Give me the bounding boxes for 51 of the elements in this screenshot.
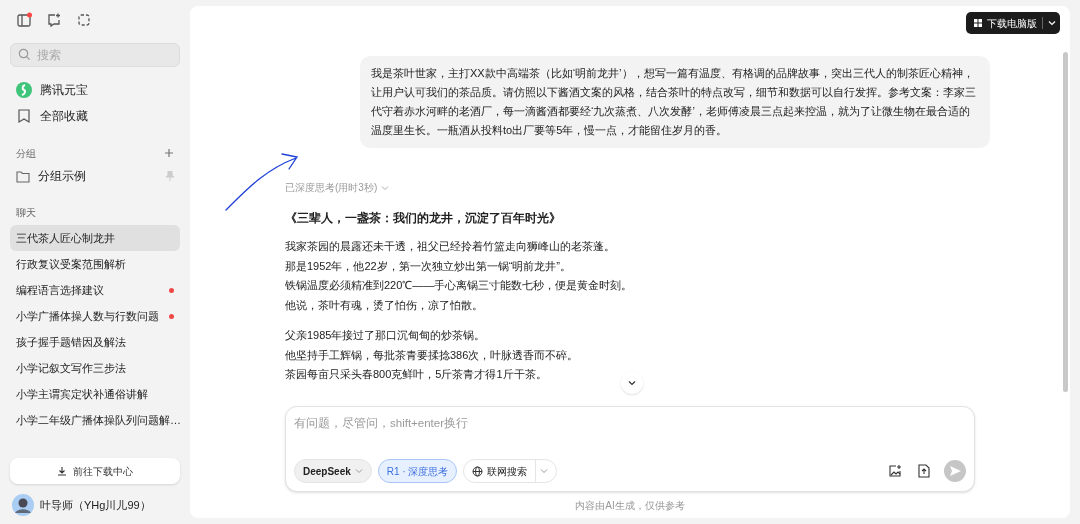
sidebar-toggle-icon[interactable] — [16, 12, 32, 28]
response-line: 茶园每亩只采头春800克鲜叶，5斤茶青才得1斤干茶。 — [285, 367, 547, 382]
folder-icon — [16, 169, 30, 183]
scroll-down-button[interactable] — [621, 372, 643, 394]
response-line: 那是1952年，他22岁，第一次独立炒出第一锅“明前龙井”。 — [285, 258, 572, 274]
chat-item[interactable]: 编程语言选择建议 — [10, 277, 180, 303]
disclaimer-text: 内容由AI生成，仅供参考 — [575, 498, 685, 513]
option-chip[interactable]: 联网搜索 — [463, 459, 558, 483]
chat-item[interactable]: 三代茶人匠心制龙井 — [10, 225, 180, 251]
download-icon — [57, 466, 67, 476]
scrollbar[interactable] — [1063, 52, 1068, 392]
response-line: 铁锅温度必须精准到220℃——手心离锅三寸能数七秒，便是黄金时刻。 — [285, 278, 633, 293]
search-icon — [18, 48, 31, 61]
new-chat-icon[interactable] — [46, 12, 62, 28]
bookmark-icon — [16, 108, 32, 124]
search-field[interactable]: 搜索 — [10, 43, 180, 67]
windows-icon — [974, 19, 982, 27]
response-title: 《三辈人，一盏茶：我们的龙井，沉淀了百年时光》 — [285, 210, 562, 227]
globe-icon — [472, 465, 484, 477]
add-image-icon[interactable] — [888, 464, 902, 478]
caret-icon — [540, 468, 549, 474]
caret-icon — [354, 468, 363, 474]
response-line: 我家茶园的晨露还未干透，祖父已经拎着竹篮走向狮峰山的老茶蓬。 — [285, 239, 615, 254]
select-icon[interactable] — [76, 12, 92, 28]
chat-input[interactable]: 有问题，尽管问，shift+enter换行 — [294, 415, 694, 433]
sidebar-nav-item[interactable]: 全部收藏 — [10, 103, 180, 129]
chat-item[interactable]: 小学主谓宾定状补通俗讲解 — [10, 381, 180, 407]
download-desktop-button[interactable]: 下载电脑版 — [966, 12, 1060, 34]
user-message: 我是茶叶世家，主打XX款中高端茶（比如‘明前龙井’），想写一篇有温度、有格调的品牌故事，突出三代人的制茶匠心精神，让用户认可我们的茶品质。请仿照以下酱酒文案的风格，结合茶叶的特点改写，细节和数据可以自行发挥。参考文案：李家三代守着赤水河畔的老酒厂，每一滴酱酒都要经‘九次蒸煮、八次发酵’，老师傅凌晨三点起来控温，就为了让微生物在最合适的温度里生长。一瓶酒从投料to出厂要等5年，慢一点，才能留住岁月的香。 — [360, 56, 990, 148]
user-name[interactable]: 叶导师（YHg川儿99） — [40, 496, 151, 514]
caret-icon — [1048, 20, 1056, 26]
sidebar-nav-item[interactable]: 腾讯元宝 — [10, 77, 180, 103]
section-title: 聊天 — [16, 205, 36, 220]
response-line: 他说，茶叶有魂，烫了怕伤，凉了怕散。 — [285, 297, 483, 313]
chevron-down-icon — [628, 380, 636, 386]
chat-item[interactable]: 小学记叙文写作三步法 — [10, 355, 180, 381]
option-chip[interactable]: DeepSeek — [294, 459, 372, 483]
chat-item[interactable]: 孩子握手题错因及解法 — [10, 329, 180, 355]
response-line: 他坚持手工辉锅，每批茶青要揉捻386次，叶脉透香而不碎。 — [285, 347, 579, 363]
add-icon[interactable] — [164, 148, 174, 158]
chat-item[interactable]: 小学二年级广播体操队列问题解… — [10, 407, 180, 433]
response-line: 父亲1985年接过了那口沉甸甸的炒茶锅。 — [285, 328, 486, 343]
section-title: 分组 — [16, 146, 36, 161]
group-item[interactable]: 分组示例 — [10, 163, 180, 189]
chat-item[interactable]: 小学广播体操人数与行数问题 — [10, 303, 180, 329]
upload-file-icon[interactable] — [918, 464, 930, 478]
app-logo-icon — [16, 82, 32, 98]
chat-item[interactable]: 行政复议受案范围解析 — [10, 251, 180, 277]
avatar[interactable] — [12, 494, 34, 516]
option-chip[interactable]: R1 · 深度思考 — [377, 459, 458, 483]
download-center-button[interactable]: 前往下载中心 — [10, 458, 180, 484]
